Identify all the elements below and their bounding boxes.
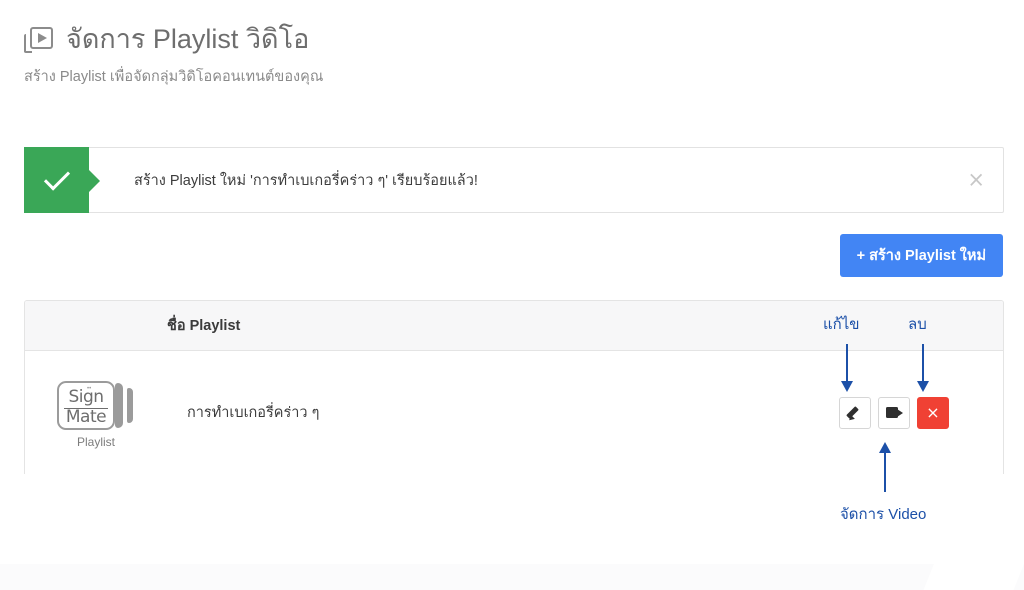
annotation-label-edit: แก้ไข xyxy=(823,316,860,333)
bottom-band xyxy=(0,564,1024,590)
playlist-name: การทำเบเกอรี่คร่าว ๆ xyxy=(187,405,320,421)
delete-button[interactable]: × xyxy=(917,396,949,429)
close-icon: × xyxy=(926,402,940,422)
video-camera-icon xyxy=(885,407,903,418)
manage-video-button[interactable] xyxy=(878,396,910,429)
column-header-name: ชื่อ Playlist xyxy=(167,318,241,334)
alert-icon-box xyxy=(24,147,89,213)
page-root: จัดการ Playlist วิดิโอ สร้าง Playlist เพ… xyxy=(0,0,1024,590)
thumbnail-caption: Playlist xyxy=(76,434,115,449)
annotation-arrow-delete xyxy=(917,344,929,392)
video-library-icon xyxy=(24,26,54,53)
close-icon[interactable]: × xyxy=(967,169,985,191)
page-subtitle: สร้าง Playlist เพื่อจัดกลุ่มวิดิโอคอนเทน… xyxy=(24,69,324,86)
pencil-icon xyxy=(846,405,863,422)
annotation-arrow-edit xyxy=(841,344,853,392)
row-actions: × xyxy=(839,396,1003,429)
page-header: จัดการ Playlist วิดิโอ สร้าง Playlist เพ… xyxy=(24,24,323,88)
annotation-arrow-manage-video xyxy=(879,442,891,492)
page-title: จัดการ Playlist วิดิโอ xyxy=(66,24,310,54)
success-alert: สร้าง Playlist ใหม่ 'การทำเบเกอรี่คร่าว … xyxy=(24,147,1004,213)
thumbnail-brand-line2: Mate xyxy=(65,406,107,427)
title-row: จัดการ Playlist วิดิโอ xyxy=(24,24,323,55)
alert-arrow-pointer xyxy=(89,170,100,192)
check-icon xyxy=(43,163,70,191)
edit-button[interactable] xyxy=(839,396,871,429)
thumbnail-brand-line1: Sign xyxy=(64,388,108,409)
table-row: •• Sign Mate Playlist การทำเบเกอรี่คร่าว… xyxy=(25,351,1003,474)
annotation-label-delete: ลบ xyxy=(908,316,927,333)
signmate-playlist-thumbnail-icon: •• Sign Mate Playlist xyxy=(57,377,135,449)
create-playlist-button[interactable]: + สร้าง Playlist ใหม่ xyxy=(839,234,1003,277)
annotation-label-manage-video: จัดการ Video xyxy=(840,506,927,523)
alert-message: สร้าง Playlist ใหม่ 'การทำเบเกอรี่คร่าว … xyxy=(134,172,478,189)
playlist-thumbnail-cell: •• Sign Mate Playlist xyxy=(25,377,167,449)
